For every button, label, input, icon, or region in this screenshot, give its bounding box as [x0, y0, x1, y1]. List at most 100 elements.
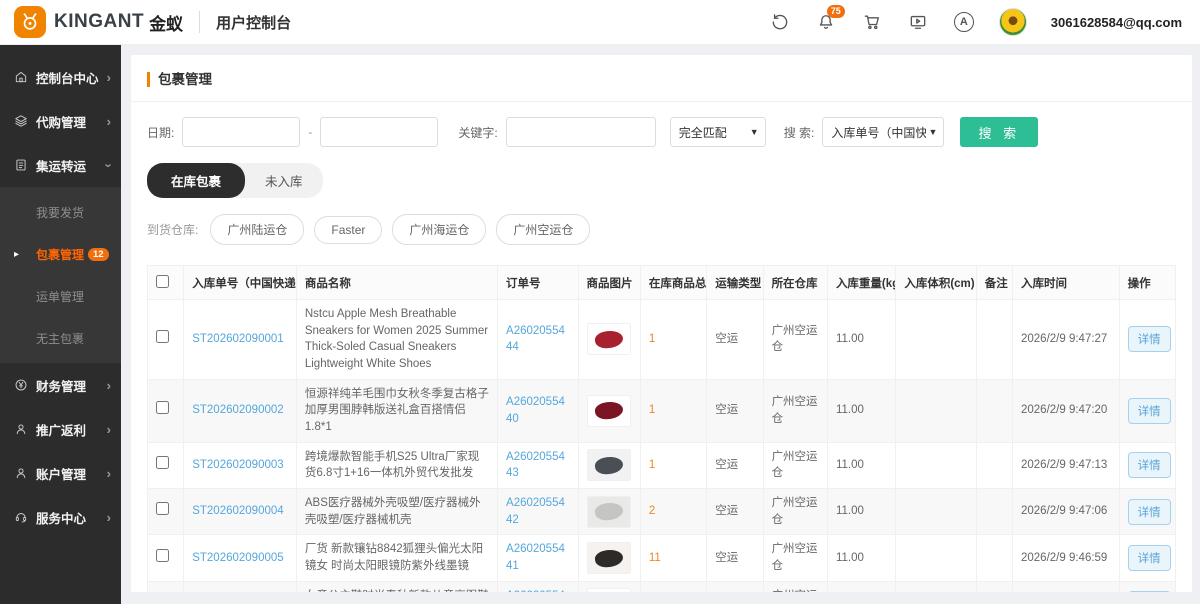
detail-button[interactable]: 详情	[1128, 591, 1171, 592]
date-to-input[interactable]	[320, 117, 438, 147]
tab-not-arrived[interactable]: 未入库	[245, 163, 323, 198]
submenu-item-waybill-management[interactable]: 运单管理	[0, 275, 121, 317]
col-qty: 在库商品总数	[640, 266, 706, 300]
packages-table-wrap: 入库单号（中国快递单号） 商品名称 订单号 商品图片 在库商品总数 运输类型 所…	[131, 259, 1192, 592]
service-icon	[14, 510, 28, 524]
entry-weight: 11.00	[827, 442, 895, 488]
history-icon[interactable]	[769, 11, 791, 33]
sidebar-item-finance[interactable]: 财务管理 ›	[0, 363, 121, 407]
row-select-cell	[148, 442, 184, 488]
order-number-link[interactable]: A2602055439	[498, 581, 578, 592]
entry-time: 2026/2/9 9:47:20	[1013, 379, 1120, 442]
date-from-input[interactable]	[182, 117, 300, 147]
match-mode-select[interactable]: 完全匹配 ▼	[670, 117, 766, 147]
package-status-tabs: 在库包裹 未入库	[147, 163, 323, 198]
in-stock-quantity[interactable]: 2	[640, 489, 706, 535]
product-image[interactable]	[587, 496, 631, 528]
row-select-cell	[148, 300, 184, 380]
transport-type: 空运	[707, 379, 763, 442]
entry-number-link[interactable]: ST202602090007	[184, 581, 297, 592]
assistant-icon[interactable]: A	[953, 11, 975, 33]
order-number-link[interactable]: A2602055444	[498, 300, 578, 380]
chevron-right-icon: ›	[107, 510, 111, 525]
chip-guangzhou-land[interactable]: 广州陆运仓	[210, 214, 304, 245]
chip-guangzhou-sea[interactable]: 广州海运仓	[392, 214, 486, 245]
table-row: ST202602090002 恒源祥纯羊毛围巾女秋冬季复古格子加厚男围脖韩版送礼…	[148, 379, 1176, 442]
detail-button[interactable]: 详情	[1128, 398, 1171, 424]
sidebar-item-purchasing[interactable]: 代购管理 ›	[0, 99, 121, 143]
date-label: 日期:	[147, 124, 174, 141]
active-triangle-icon: ▸	[14, 249, 19, 260]
submenu-item-unclaimed-packages[interactable]: 无主包裹	[0, 317, 121, 359]
user-email[interactable]: 3061628584@qq.com	[1051, 15, 1182, 30]
order-number-link[interactable]: A2602055440	[498, 379, 578, 442]
video-icon[interactable]	[907, 11, 929, 33]
tab-in-warehouse[interactable]: 在库包裹	[147, 163, 245, 198]
select-all-checkbox[interactable]	[156, 275, 169, 288]
search-button[interactable]: 搜 索	[960, 117, 1038, 147]
user-avatar[interactable]	[999, 8, 1027, 36]
entry-number-link[interactable]: ST202602090005	[184, 535, 297, 581]
warehouse-name: 广州空运仓	[763, 489, 827, 535]
col-weight: 入库重量(kg)	[827, 266, 895, 300]
in-stock-quantity[interactable]: 1	[640, 442, 706, 488]
product-image[interactable]	[587, 323, 631, 355]
product-image[interactable]	[587, 542, 631, 574]
order-number-link[interactable]: A2602055443	[498, 442, 578, 488]
actions-cell: 详情	[1119, 489, 1175, 535]
chevron-right-icon: ›	[107, 70, 111, 85]
detail-button[interactable]: 详情	[1128, 326, 1171, 352]
sidebar-item-consolidation[interactable]: 集运转运 ›	[0, 143, 121, 187]
chip-faster[interactable]: Faster	[314, 216, 382, 244]
in-stock-quantity[interactable]: 1	[640, 379, 706, 442]
product-image[interactable]	[587, 449, 631, 481]
in-stock-quantity[interactable]: 1	[640, 300, 706, 380]
cart-icon[interactable]	[861, 11, 883, 33]
search-type-select[interactable]: 入库单号（中国快递单号） ▼	[822, 117, 944, 147]
notifications-bell-icon[interactable]: 75	[815, 11, 837, 33]
sidebar-item-account-management[interactable]: 账户管理 ›	[0, 451, 121, 495]
sidebar-item-service-center[interactable]: 服务中心 ›	[0, 495, 121, 539]
order-number-link[interactable]: A2602055442	[498, 489, 578, 535]
in-stock-quantity[interactable]: 11	[640, 535, 706, 581]
entry-number-link[interactable]: ST202602090002	[184, 379, 297, 442]
sidebar-item-console-center[interactable]: 控制台中心 ›	[0, 55, 121, 99]
in-stock-quantity[interactable]: 1	[640, 581, 706, 592]
row-checkbox[interactable]	[156, 549, 169, 562]
sidebar-submenu: 我要发货 ▸ 包裹管理 12 运单管理 无主包裹	[0, 187, 121, 363]
header-divider	[199, 11, 200, 33]
submenu-item-i-want-to-ship[interactable]: 我要发货	[0, 191, 121, 233]
remark	[976, 581, 1012, 592]
transport-type: 空运	[707, 535, 763, 581]
brand-logo[interactable]	[14, 6, 46, 38]
keyword-label: 关键字:	[458, 124, 497, 141]
document-icon	[14, 158, 28, 172]
table-header-row: 入库单号（中国快递单号） 商品名称 订单号 商品图片 在库商品总数 运输类型 所…	[148, 266, 1176, 300]
row-checkbox[interactable]	[156, 330, 169, 343]
product-image-cell	[578, 489, 640, 535]
entry-number-link[interactable]: ST202602090003	[184, 442, 297, 488]
chevron-down-icon: ›	[101, 163, 116, 167]
product-image[interactable]	[587, 395, 631, 427]
row-select-cell	[148, 379, 184, 442]
order-number-link[interactable]: A2602055441	[498, 535, 578, 581]
keyword-input[interactable]	[506, 117, 656, 147]
product-name: 厂货 新款镶钻8842狐狸头偏光太阳镜女 时尚太阳眼镜防紫外线墨镜	[296, 535, 497, 581]
product-image[interactable]	[587, 588, 631, 592]
actions-cell: 详情	[1119, 300, 1175, 380]
row-checkbox[interactable]	[156, 456, 169, 469]
row-select-cell	[148, 489, 184, 535]
submenu-item-package-management[interactable]: ▸ 包裹管理 12	[0, 233, 121, 275]
row-checkbox[interactable]	[156, 401, 169, 414]
chip-guangzhou-air[interactable]: 广州空运仓	[496, 214, 590, 245]
row-checkbox[interactable]	[156, 502, 169, 515]
entry-number-link[interactable]: ST202602090001	[184, 300, 297, 380]
entry-number-link[interactable]: ST202602090004	[184, 489, 297, 535]
detail-button[interactable]: 详情	[1128, 452, 1171, 478]
col-order-no: 订单号	[498, 266, 578, 300]
detail-button[interactable]: 详情	[1128, 499, 1171, 525]
detail-button[interactable]: 详情	[1128, 545, 1171, 571]
transport-type: 空运	[707, 489, 763, 535]
select-all-cell	[148, 266, 184, 300]
sidebar-item-promotion-rebate[interactable]: 推广返利 ›	[0, 407, 121, 451]
